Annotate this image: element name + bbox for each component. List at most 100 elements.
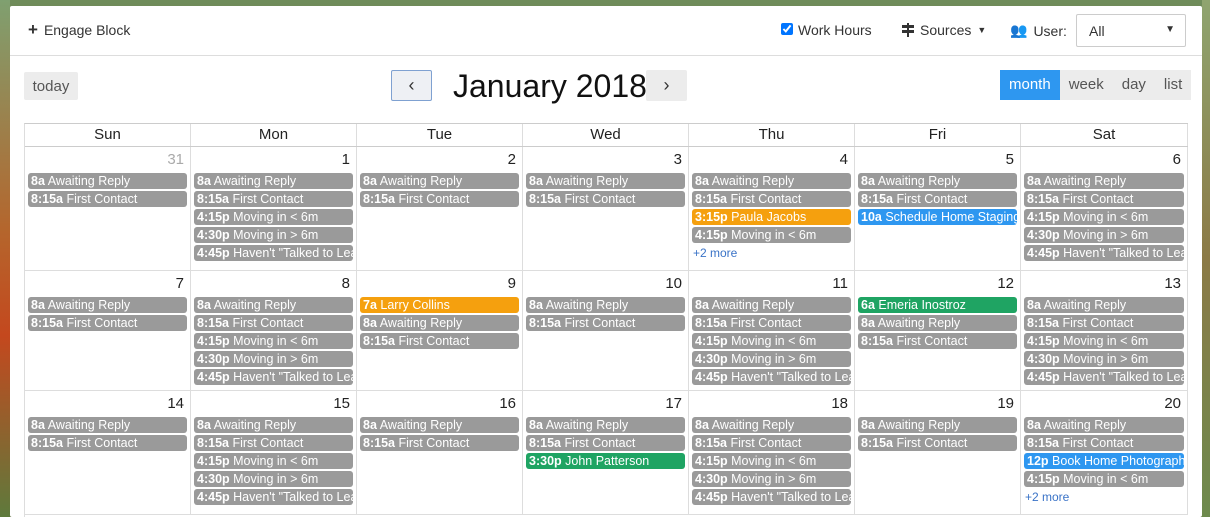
calendar-event[interactable]: 4:30p Moving in > 6m [1024, 351, 1184, 367]
day-number[interactable]: 9 [508, 275, 516, 292]
day-cell[interactable]: 19 8a Awaiting Reply 8:15a First Contact [855, 391, 1021, 514]
calendar-event[interactable]: 8:15a First Contact [360, 435, 519, 451]
view-month-button[interactable]: month [1000, 70, 1060, 100]
calendar-event[interactable]: 8:15a First Contact [526, 315, 685, 331]
day-number[interactable]: 31 [167, 151, 184, 168]
day-number[interactable]: 20 [1164, 395, 1181, 412]
day-cell[interactable]: 31 8a Awaiting Reply 8:15a First Contact [25, 147, 191, 270]
day-number[interactable]: 8 [342, 275, 350, 292]
calendar-event[interactable]: 8a Awaiting Reply [526, 173, 685, 189]
calendar-event[interactable]: 8a Awaiting Reply [28, 297, 187, 313]
engage-block-button[interactable]: + Engage Block [28, 21, 130, 38]
day-cell[interactable]: 6 8a Awaiting Reply 8:15a First Contact 4:1… [1021, 147, 1188, 270]
calendar-event[interactable]: 8a Awaiting Reply [692, 173, 851, 189]
more-events-link[interactable]: +2 more [693, 246, 854, 260]
day-cell[interactable]: 1 8a Awaiting Reply 8:15a First Contact 4:1… [191, 147, 357, 270]
day-cell[interactable]: 10 8a Awaiting Reply 8:15a First Contact [523, 271, 689, 390]
calendar-event[interactable]: 4:45p Haven't "Talked to Lea [194, 245, 353, 261]
calendar-event[interactable]: 8:15a First Contact [526, 191, 685, 207]
day-cell[interactable]: 12 6a Emeria Inostroz 8a Awaiting Reply 8:1… [855, 271, 1021, 390]
calendar-event[interactable]: 8a Awaiting Reply [28, 417, 187, 433]
calendar-event[interactable]: 4:45p Haven't "Talked to Lea [1024, 245, 1184, 261]
calendar-event[interactable]: 8:15a First Contact [858, 191, 1017, 207]
calendar-event[interactable]: 4:15p Moving in < 6m [692, 333, 851, 349]
calendar-event[interactable]: 8:15a First Contact [194, 435, 353, 451]
calendar-event[interactable]: 4:15p Moving in < 6m [194, 453, 353, 469]
calendar-event[interactable]: 8a Awaiting Reply [526, 417, 685, 433]
calendar-event[interactable]: 8a Awaiting Reply [1024, 173, 1184, 189]
day-number[interactable]: 19 [997, 395, 1014, 412]
prev-month-button[interactable]: ‹ [391, 70, 432, 101]
day-number[interactable]: 13 [1164, 275, 1181, 292]
day-cell[interactable]: 4 8a Awaiting Reply 8:15a First Contact 3:1… [689, 147, 855, 270]
day-cell[interactable]: 20 8a Awaiting Reply 8:15a First Contact 12… [1021, 391, 1188, 514]
day-number[interactable]: 3 [674, 151, 682, 168]
calendar-event[interactable]: 8a Awaiting Reply [1024, 297, 1184, 313]
calendar-event[interactable]: 4:45p Haven't "Talked to Lea [194, 489, 353, 505]
calendar-event[interactable]: 8a Awaiting Reply [360, 417, 519, 433]
day-cell[interactable]: 5 8a Awaiting Reply 8:15a First Contact 10a… [855, 147, 1021, 270]
calendar-event[interactable]: 8a Awaiting Reply [360, 173, 519, 189]
calendar-event[interactable]: 8:15a First Contact [1024, 435, 1184, 451]
calendar-event[interactable]: 4:15p Moving in < 6m [692, 227, 851, 243]
day-number[interactable]: 1 [342, 151, 350, 168]
calendar-event[interactable]: 12p Book Home Photograph [1024, 453, 1184, 469]
day-number[interactable]: 7 [176, 275, 184, 292]
calendar-event[interactable]: 8:15a First Contact [692, 191, 851, 207]
calendar-event[interactable]: 8a Awaiting Reply [526, 297, 685, 313]
calendar-event[interactable]: 4:15p Moving in < 6m [1024, 333, 1184, 349]
calendar-event[interactable]: 8:15a First Contact [526, 435, 685, 451]
calendar-event[interactable]: 3:30p John Patterson [526, 453, 685, 469]
calendar-event[interactable]: 8:15a First Contact [28, 435, 187, 451]
calendar-event[interactable]: 8:15a First Contact [1024, 315, 1184, 331]
calendar-event[interactable]: 4:30p Moving in > 6m [1024, 227, 1184, 243]
view-week-button[interactable]: week [1059, 70, 1113, 100]
calendar-event[interactable]: 8a Awaiting Reply [194, 173, 353, 189]
day-cell[interactable]: 18 8a Awaiting Reply 8:15a First Contact 4:… [689, 391, 855, 514]
calendar-event[interactable]: 6a Emeria Inostroz [858, 297, 1017, 313]
calendar-event[interactable]: 7a Larry Collins [360, 297, 519, 313]
calendar-event[interactable]: 8a Awaiting Reply [194, 297, 353, 313]
calendar-event[interactable]: 8a Awaiting Reply [692, 417, 851, 433]
day-cell[interactable]: 9 7a Larry Collins 8a Awaiting Reply 8:15a … [357, 271, 523, 390]
day-number[interactable]: 2 [508, 151, 516, 168]
day-number[interactable]: 10 [665, 275, 682, 292]
day-number[interactable]: 6 [1173, 151, 1181, 168]
calendar-event[interactable]: 8:15a First Contact [360, 333, 519, 349]
day-number[interactable]: 12 [997, 275, 1014, 292]
day-number[interactable]: 14 [167, 395, 184, 412]
calendar-event[interactable]: 4:45p Haven't "Talked to Lea [1024, 369, 1184, 385]
calendar-event[interactable]: 8a Awaiting Reply [858, 173, 1017, 189]
day-cell[interactable]: 11 8a Awaiting Reply 8:15a First Contact 4:… [689, 271, 855, 390]
calendar-event[interactable]: 8a Awaiting Reply [1024, 417, 1184, 433]
view-day-button[interactable]: day [1112, 70, 1155, 100]
day-number[interactable]: 18 [831, 395, 848, 412]
day-cell[interactable]: 14 8a Awaiting Reply 8:15a First Contact [25, 391, 191, 514]
day-cell[interactable]: 2 8a Awaiting Reply 8:15a First Contact [357, 147, 523, 270]
calendar-event[interactable]: 4:30p Moving in > 6m [194, 351, 353, 367]
day-number[interactable]: 11 [832, 275, 848, 292]
calendar-event[interactable]: 4:15p Moving in < 6m [1024, 471, 1184, 487]
calendar-event[interactable]: 4:30p Moving in > 6m [692, 351, 851, 367]
calendar-event[interactable]: 4:45p Haven't "Talked to Lea [194, 369, 353, 385]
calendar-event[interactable]: 8a Awaiting Reply [858, 315, 1017, 331]
calendar-event[interactable]: 8:15a First Contact [194, 315, 353, 331]
calendar-event[interactable]: 8a Awaiting Reply [858, 417, 1017, 433]
calendar-event[interactable]: 8:15a First Contact [1024, 191, 1184, 207]
calendar-event[interactable]: 8:15a First Contact [692, 435, 851, 451]
day-number[interactable]: 5 [1006, 151, 1014, 168]
more-events-link[interactable]: +2 more [1025, 490, 1187, 504]
calendar-event[interactable]: 8:15a First Contact [360, 191, 519, 207]
day-number[interactable]: 15 [333, 395, 350, 412]
calendar-event[interactable]: 4:30p Moving in > 6m [194, 471, 353, 487]
calendar-event[interactable]: 8a Awaiting Reply [194, 417, 353, 433]
calendar-event[interactable]: 3:15p Paula Jacobs [692, 209, 851, 225]
calendar-event[interactable]: 4:45p Haven't "Talked to Lea [692, 489, 851, 505]
day-cell[interactable]: 3 8a Awaiting Reply 8:15a First Contact [523, 147, 689, 270]
calendar-event[interactable]: 8:15a First Contact [28, 191, 187, 207]
calendar-event[interactable]: 8:15a First Contact [692, 315, 851, 331]
sources-dropdown[interactable]: Sources ▼ [902, 22, 986, 38]
calendar-event[interactable]: 8a Awaiting Reply [360, 315, 519, 331]
calendar-event[interactable]: 4:15p Moving in < 6m [1024, 209, 1184, 225]
calendar-event[interactable]: 8:15a First Contact [858, 333, 1017, 349]
